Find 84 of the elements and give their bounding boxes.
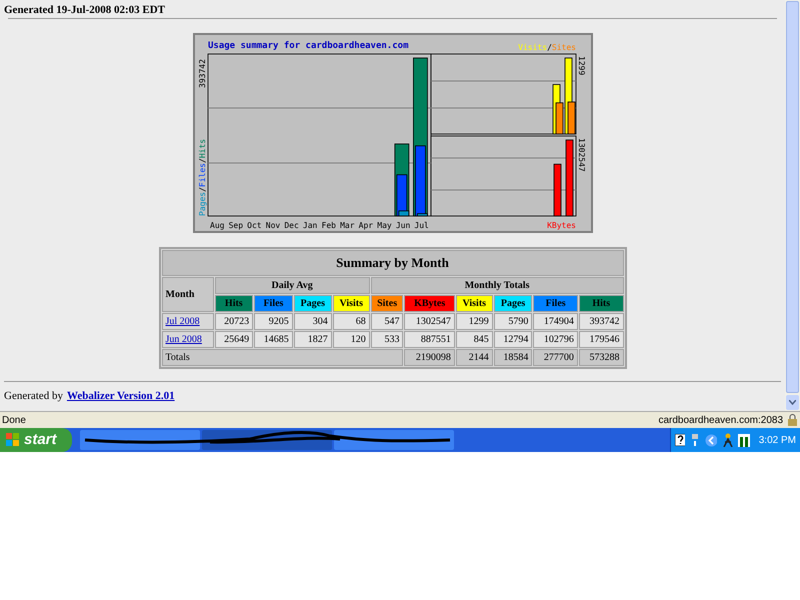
legend-label: Files — [198, 162, 206, 188]
month-label: Oct — [246, 221, 262, 230]
table-cell: 9205 — [254, 312, 293, 330]
legend-separator: / — [198, 187, 206, 192]
start-button[interactable]: start — [0, 428, 72, 452]
table-header: Monthly Totals — [370, 276, 624, 294]
column-header: Hits — [578, 294, 624, 312]
month-label: Feb — [321, 221, 336, 230]
table-cell: 102796 — [533, 330, 578, 348]
table-cell: 277700 — [533, 348, 578, 366]
column-header: Sites — [370, 294, 404, 312]
clock: 3:02 PM — [758, 434, 796, 448]
status-host: cardboardheaven.com:2083 — [658, 414, 783, 428]
table-cell: 5790 — [494, 312, 532, 330]
table-title: Summary by Month — [162, 250, 624, 276]
lock-icon — [787, 414, 798, 426]
table-cell: 304 — [294, 312, 332, 330]
column-header: Pages — [494, 294, 532, 312]
chevron-down-icon — [789, 400, 796, 405]
month-label: Jun — [395, 221, 410, 230]
month-label: Jul — [414, 221, 428, 230]
table-cell: 120 — [332, 330, 370, 348]
table-cell: 1299 — [456, 312, 493, 330]
table-cell: 547 — [370, 312, 404, 330]
windows-logo-icon — [6, 433, 20, 447]
legend-separator: / — [546, 43, 552, 52]
table-cell: 533 — [370, 330, 404, 348]
month-label: May — [376, 221, 392, 230]
bar-chart-icon[interactable] — [738, 434, 750, 446]
legend-label: Visits — [518, 43, 547, 52]
table-cell: 393742 — [578, 312, 624, 330]
table-cell: 2144 — [456, 348, 493, 366]
table-cell: 18584 — [494, 348, 532, 366]
month-label: Jan — [302, 221, 317, 230]
graph-title: Usage summary for cardboardheaven.com — [208, 41, 408, 51]
generated-date: Generated 19-Jul-2008 02:03 EDT — [3, 3, 166, 18]
month-label: Nov — [265, 221, 280, 230]
axis-max-label: 393742 — [198, 59, 206, 88]
webalizer-link[interactable]: Webalizer Version 2.01 — [66, 388, 175, 404]
column-header: Visits — [456, 294, 493, 312]
month-label: Mar — [340, 221, 354, 230]
column-header: Pages — [294, 294, 332, 312]
scrollbar[interactable] — [785, 0, 800, 411]
table-cell: 1302547 — [404, 312, 455, 330]
table-header: Month — [162, 276, 214, 312]
column-header: Visits — [332, 294, 370, 312]
table-cell: 2190098 — [404, 348, 455, 366]
legend-label: Pages — [198, 192, 206, 216]
table-cell: 1827 — [294, 330, 332, 348]
table-cell: 179546 — [578, 330, 624, 348]
help-icon[interactable] — [675, 434, 686, 446]
table-cell: 25649 — [214, 330, 254, 348]
network-icon[interactable] — [690, 434, 700, 446]
axis-max-label: 1302547 — [576, 138, 586, 172]
axis-legend: KBytes — [546, 221, 576, 230]
table-cell: 20723 — [214, 312, 254, 330]
scrollbar-thumb[interactable] — [786, 1, 799, 393]
column-header: Files — [533, 294, 578, 312]
column-header: KBytes — [404, 294, 455, 312]
status-text: Done — [2, 414, 27, 428]
table-cell: Totals — [162, 348, 404, 366]
table-cell: 14685 — [254, 330, 293, 348]
month-label: Aug — [210, 221, 224, 230]
month-label: Apr — [358, 221, 373, 230]
bar — [553, 164, 561, 216]
legend-label: Sites — [551, 43, 576, 52]
month-label: Dec — [284, 221, 298, 230]
month-label: Sep — [228, 221, 243, 230]
table-cell: 573288 — [578, 348, 624, 366]
legend-separator: / — [198, 158, 206, 163]
table-cell: 845 — [456, 330, 493, 348]
column-header: Hits — [214, 294, 254, 312]
table-cell: 174904 — [533, 312, 578, 330]
table-cell: 887551 — [404, 330, 455, 348]
axis-max-label: 1299 — [576, 56, 586, 76]
table-cell: 12794 — [494, 330, 532, 348]
column-header: Files — [254, 294, 293, 312]
chevron-left-icon[interactable] — [704, 434, 718, 446]
person-icon[interactable] — [722, 433, 734, 447]
legend-label: Hits — [198, 138, 206, 158]
footer-text: Generated by — [4, 388, 63, 404]
table-header: Daily Avg — [214, 276, 370, 294]
table-cell: 68 — [332, 312, 370, 330]
scroll-down-button[interactable] — [786, 395, 799, 410]
